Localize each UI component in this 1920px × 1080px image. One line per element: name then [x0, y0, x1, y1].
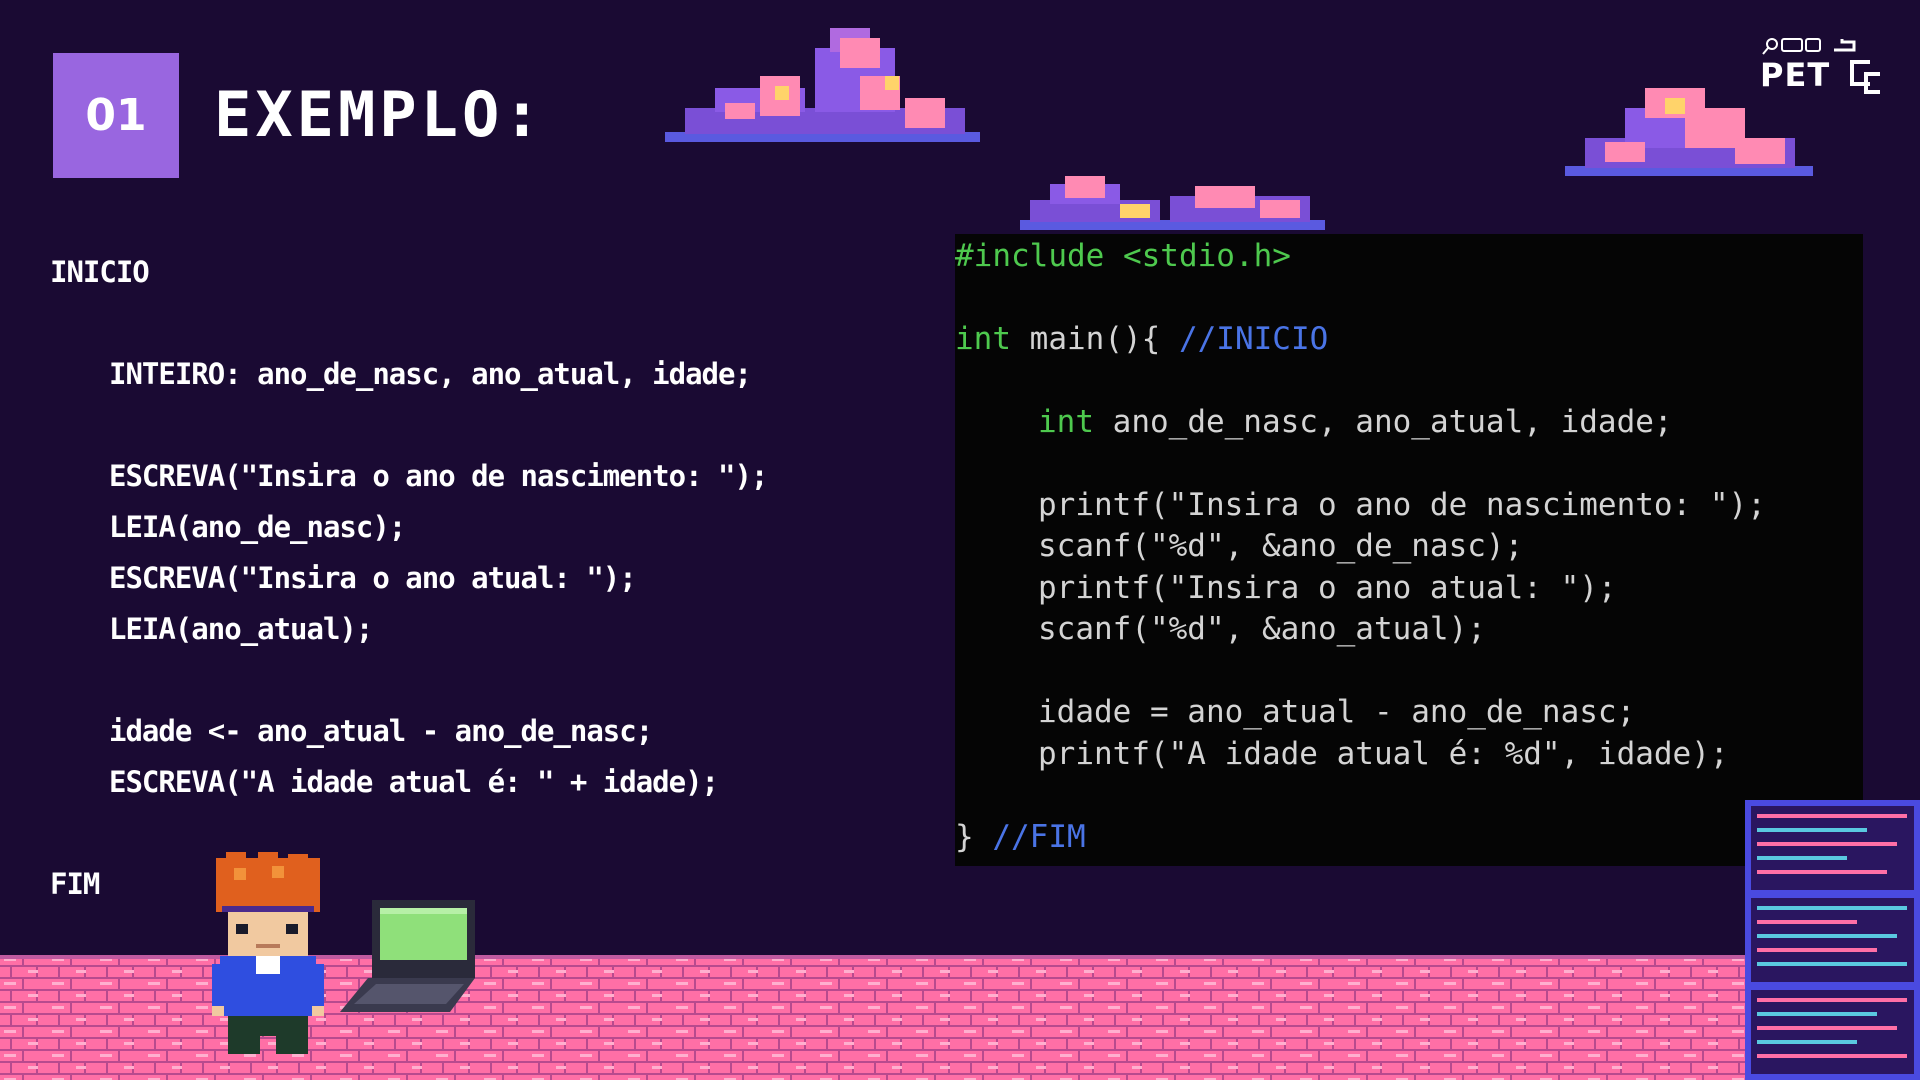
code-line-main: int main(){ //INICIO: [955, 319, 1328, 359]
comment: //FIM: [992, 819, 1086, 855]
pseudo-line: ESCREVA("Insira o ano de nascimento: ");: [109, 459, 768, 493]
c-code-block: #include <stdio.h> int main(){ //INICIO …: [955, 234, 1863, 866]
pseudo-line: LEIA(ano_de_nasc);: [109, 510, 406, 544]
pet-cc-logo: PET: [1760, 36, 1885, 96]
pseudo-line: idade <- ano_atual - ano_de_nasc;: [109, 714, 653, 748]
code-line: scanf("%d", &ano_atual);: [1038, 611, 1486, 647]
keyword: int: [1038, 404, 1094, 440]
code-text: main(){: [1011, 321, 1179, 357]
pseudo-line: FIM: [50, 867, 100, 901]
cloud-icon: [1565, 88, 1813, 176]
pixel-character-icon: [212, 852, 324, 1054]
code-line-close: } //FIM: [955, 817, 1086, 857]
laptop-icon: [340, 900, 475, 1012]
code-line: printf("A idade atual é: %d", idade);: [1038, 736, 1729, 772]
code-line: printf("Insira o ano de nascimento: ");: [1038, 487, 1766, 523]
code-line: idade = ano_atual - ano_de_nasc;: [1038, 694, 1636, 730]
slide-number: 01: [85, 90, 147, 141]
code-text: ano_de_nasc, ano_atual, idade;: [1094, 404, 1673, 440]
code-line-include: #include <stdio.h>: [955, 236, 1291, 276]
slide-number-badge: 01: [53, 53, 179, 178]
pseudo-line: INTEIRO: ano_de_nasc, ano_atual, idade;: [109, 357, 752, 391]
code-line: scanf("%d", &ano_de_nasc);: [1038, 528, 1524, 564]
cloud-icon: [665, 28, 980, 142]
code-text: }: [955, 819, 993, 855]
pseudo-line: INICIO: [50, 255, 150, 289]
slide-title: EXEMPLO:: [214, 78, 545, 151]
code-line: printf("Insira o ano atual: ");: [1038, 570, 1617, 606]
pseudo-line: ESCREVA("A idade atual é: " + idade);: [109, 765, 719, 799]
preprocessor-directive: #include <stdio.h>: [955, 238, 1291, 274]
pseudo-line: ESCREVA("Insira o ano atual: ");: [109, 561, 637, 595]
cloud-icon: [1020, 176, 1325, 230]
logo-text: PET: [1760, 56, 1831, 94]
keyword: int: [955, 321, 1011, 357]
comment: //INICIO: [1178, 321, 1329, 357]
pseudo-line: LEIA(ano_atual);: [109, 612, 373, 646]
server-rack-icon: [1745, 800, 1920, 1080]
code-line-decl: int ano_de_nasc, ano_atual, idade;: [1038, 402, 1673, 442]
